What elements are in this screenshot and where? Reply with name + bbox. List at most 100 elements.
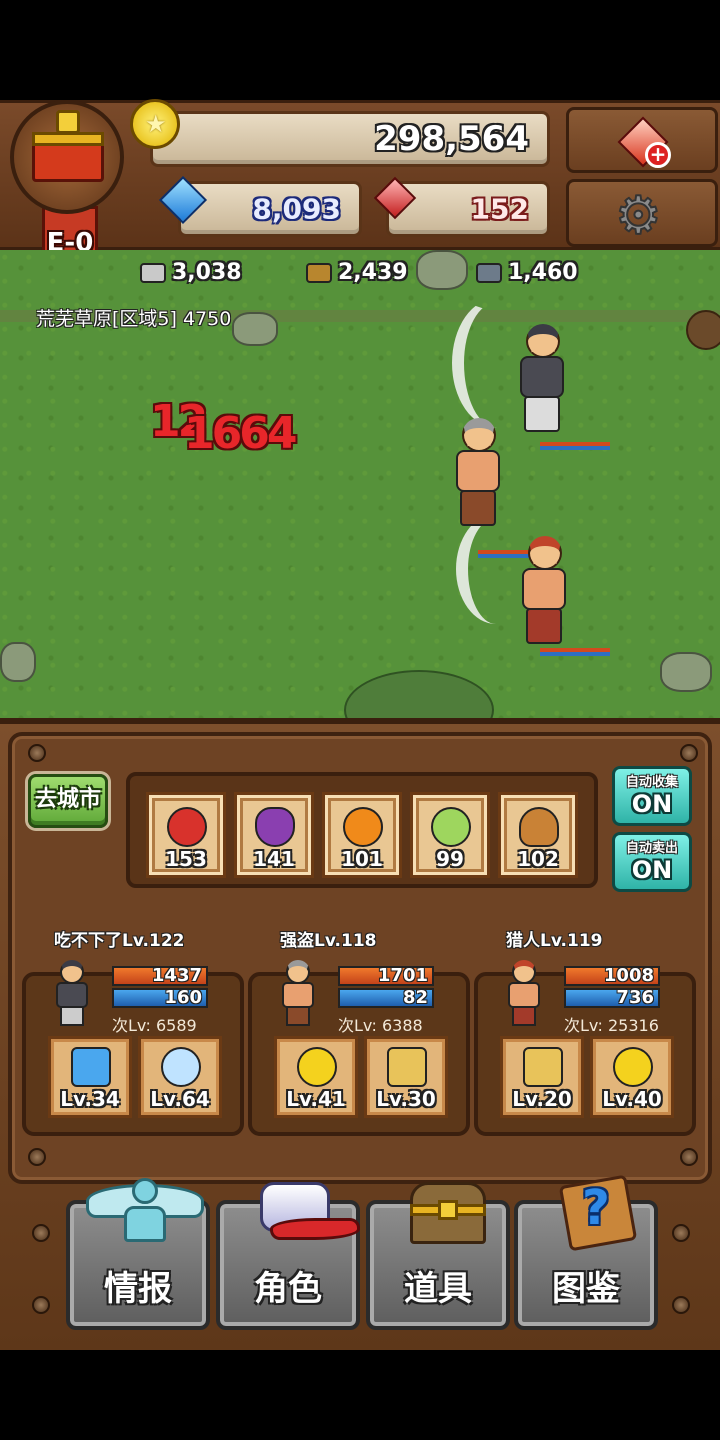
next-level-exp: 次Lv: 6388: [338, 1016, 423, 1035]
nav-label: 角色: [254, 1269, 322, 1309]
fruit-count: 153: [165, 847, 207, 871]
gear-icon: ⚙: [614, 186, 663, 246]
wood-icon: [306, 262, 332, 283]
grape-icon: [255, 807, 295, 847]
auto-collect-value: ON: [631, 790, 673, 818]
question-book-icon: ?: [558, 1174, 638, 1252]
ore-resource: 1,460: [476, 260, 578, 285]
gem-value: 8,093: [252, 192, 341, 226]
battle-field: 3,038 2,439 1,460 荒芜草原[区域5] 4750 12 1664: [0, 250, 720, 730]
character-portrait: [50, 960, 94, 1030]
bolt: [28, 744, 46, 762]
rock: [660, 652, 712, 692]
auto-sell-toggle[interactable]: 自动卖出 ON: [612, 832, 692, 892]
go-to-city-button[interactable]: 去城市: [28, 774, 108, 828]
gold-counter: 298,564: [150, 111, 550, 167]
fruit-slot-orange[interactable]: 101: [322, 792, 402, 878]
winged-person-icon: [86, 1178, 204, 1248]
ore-count: 1,460: [508, 260, 578, 285]
hp-bar: 1437: [112, 966, 208, 986]
fruit-slot-melon[interactable]: 99: [410, 792, 490, 878]
hero-hunter[interactable]: [514, 536, 574, 646]
character-name: 猎人Lv.119: [506, 931, 603, 951]
hp-bar: 1701: [338, 966, 434, 986]
fruit-slot-apple[interactable]: 153: [146, 792, 226, 878]
nav-info-button[interactable]: 情报: [66, 1178, 210, 1330]
hero-hp-bar: [540, 442, 610, 450]
character-card[interactable]: 1008 736 次Lv: 25316 Lv.20 Lv.40: [474, 960, 696, 1136]
nav-label: 图鉴: [552, 1269, 620, 1309]
auto-collect-label: 自动收集: [625, 775, 678, 790]
auto-collect-toggle[interactable]: 自动收集 ON: [612, 766, 692, 826]
plus-icon: +: [645, 142, 671, 168]
nav-label: 情报: [104, 1269, 172, 1309]
burst-icon: [297, 1047, 337, 1087]
bolt: [680, 1148, 698, 1166]
mp-bar: 82: [338, 988, 434, 1008]
comet-icon: [71, 1047, 111, 1087]
buy-ruby-button[interactable]: +: [566, 107, 718, 173]
skill-slot[interactable]: Lv.64: [138, 1036, 222, 1118]
nav-label: 道具: [404, 1269, 472, 1309]
fruit-slot-bread[interactable]: 102: [498, 792, 578, 878]
bolt: [32, 1296, 50, 1314]
bolt: [672, 1296, 690, 1314]
character-card[interactable]: 1701 82 次Lv: 6388 Lv.41 Lv.30: [248, 960, 470, 1136]
skill-slot[interactable]: Lv.30: [364, 1036, 448, 1118]
cross-swords-icon: [523, 1047, 563, 1087]
fruit-count: 141: [253, 847, 295, 871]
ruby-counter: 152: [386, 181, 550, 237]
auto-sell-label: 自动卖出: [625, 841, 678, 856]
skill-slot[interactable]: Lv.40: [590, 1036, 674, 1118]
rock: [416, 250, 468, 290]
nav-items-button[interactable]: 道具: [366, 1182, 510, 1330]
gold-coin-icon: ★: [130, 99, 180, 149]
treasure-chest-icon: [410, 1178, 486, 1248]
fruit-slot-grape[interactable]: 141: [234, 792, 314, 878]
skill-slot[interactable]: Lv.34: [48, 1036, 132, 1118]
nav-character-button[interactable]: 角色: [216, 1182, 360, 1330]
ore-icon: [476, 262, 502, 283]
treasure-chest-icon: [28, 106, 108, 190]
settings-button[interactable]: ⚙: [566, 179, 718, 247]
skill-level: Lv.40: [602, 1087, 662, 1111]
nav-encyclopedia-button[interactable]: ? 图鉴: [514, 1174, 658, 1330]
skill-level: Lv.20: [512, 1087, 572, 1111]
orb-icon: [161, 1047, 201, 1087]
skill-level: Lv.41: [286, 1087, 346, 1111]
bolt: [28, 1148, 46, 1166]
character-card[interactable]: 1437 160 次Lv: 6589 Lv.34 Lv.64: [22, 960, 244, 1136]
wood-count: 2,439: [338, 260, 408, 285]
stump: [686, 310, 720, 350]
hero-bandit[interactable]: [448, 418, 508, 528]
apple-icon: [167, 807, 207, 847]
next-level-exp: 次Lv: 6589: [112, 1016, 197, 1035]
mp-bar: 736: [564, 988, 660, 1008]
helmet-feather-icon: [260, 1178, 360, 1248]
bread-icon: [519, 807, 559, 847]
hero-dark[interactable]: [512, 324, 572, 434]
skill-slot[interactable]: Lv.41: [274, 1036, 358, 1118]
skill-level: Lv.64: [150, 1087, 210, 1111]
orange-icon: [343, 807, 383, 847]
skill-slot[interactable]: Lv.20: [500, 1036, 584, 1118]
character-name: 吃不下了Lv.122: [54, 931, 185, 951]
stone-resource: 3,038: [140, 260, 242, 285]
skill-level: Lv.34: [60, 1087, 120, 1111]
mp-bar: 160: [112, 988, 208, 1008]
gem-counter: 8,093: [178, 181, 362, 237]
cross-swords-icon: [387, 1047, 427, 1087]
damage-number: 1664: [184, 408, 297, 459]
zone-label: 荒芜草原[区域5] 4750: [36, 308, 232, 330]
character-portrait: [276, 960, 320, 1030]
hero-hp-bar: [540, 648, 610, 656]
character-name: 强盗Lv.118: [280, 931, 377, 951]
character-portrait: [502, 960, 546, 1030]
fruit-count: 102: [517, 847, 559, 871]
wood-resource: 2,439: [306, 260, 408, 285]
fruit-count: 101: [341, 847, 383, 871]
melon-icon: [431, 807, 471, 847]
rock: [232, 312, 278, 346]
bolt: [32, 1224, 50, 1242]
next-level-exp: 次Lv: 25316: [564, 1016, 659, 1035]
